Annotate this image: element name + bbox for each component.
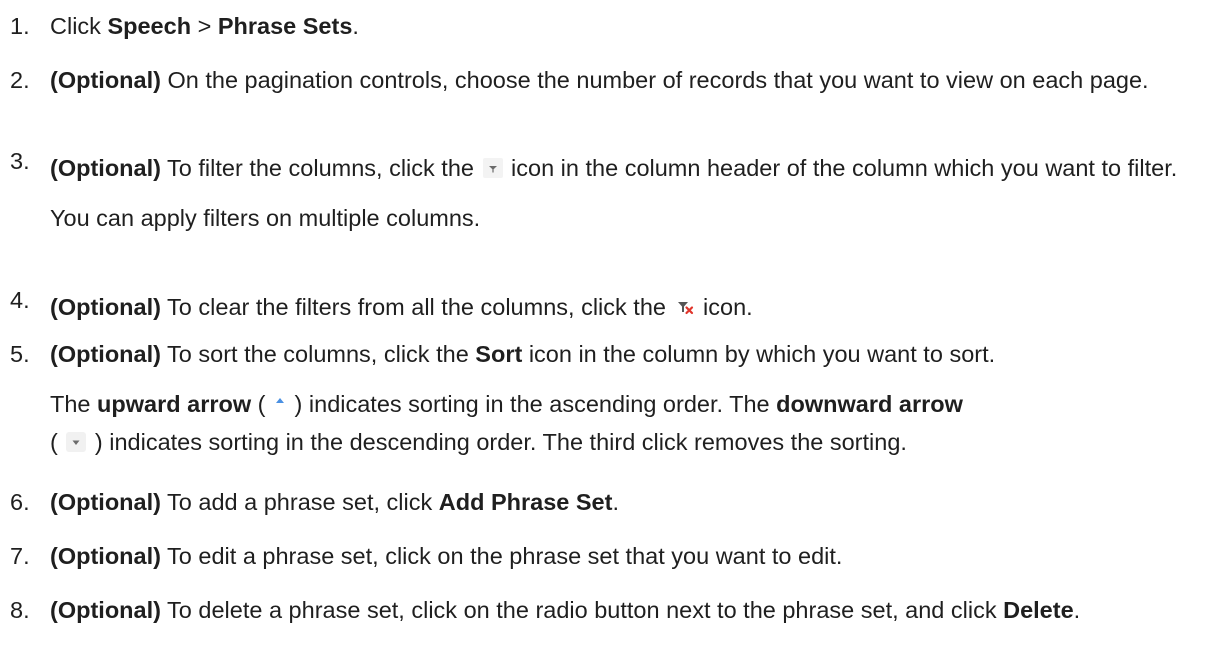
step-number: 4. [10, 287, 30, 313]
step-number: 6. [10, 489, 30, 515]
step-number: 8. [10, 597, 30, 623]
sort-descending-icon [65, 431, 87, 453]
menu-speech: Speech [107, 13, 192, 39]
step-number: 7. [10, 543, 30, 569]
menu-phrase-sets: Phrase Sets [217, 13, 353, 39]
step-note: You can apply filters on multiple column… [50, 205, 481, 231]
step-number: 2. [10, 67, 30, 93]
sort-ascending-icon [273, 393, 287, 415]
step-text: (Optional) To add a phrase set, click Ad… [50, 489, 619, 515]
step-text: (Optional) To delete a phrase set, click… [50, 597, 1081, 623]
delete-label: Delete [1003, 597, 1074, 623]
step-text: (Optional) On the pagination controls, c… [50, 67, 1149, 93]
step-number: 3. [10, 148, 30, 174]
clear-filter-icon [674, 296, 696, 318]
step-text: (Optional) To filter the columns, click … [50, 155, 1178, 181]
step-text: Click Speech > Phrase Sets. [50, 13, 359, 39]
step-text: (Optional) To sort the columns, click th… [50, 341, 996, 367]
step-note-line-2: ( ) indicates sorting in the descending … [50, 429, 907, 455]
step-number: 5. [10, 341, 30, 367]
step-note-line-1: The upward arrow ( ) indicates sorting i… [50, 391, 963, 417]
sort-label: Sort [475, 341, 523, 367]
step-text: (Optional) To edit a phrase set, click o… [50, 543, 843, 569]
filter-icon [482, 157, 504, 179]
add-phrase-set-label: Add Phrase Set [438, 489, 613, 515]
step-text: (Optional) To clear the filters from all… [50, 294, 753, 320]
step-number: 1. [10, 13, 30, 39]
